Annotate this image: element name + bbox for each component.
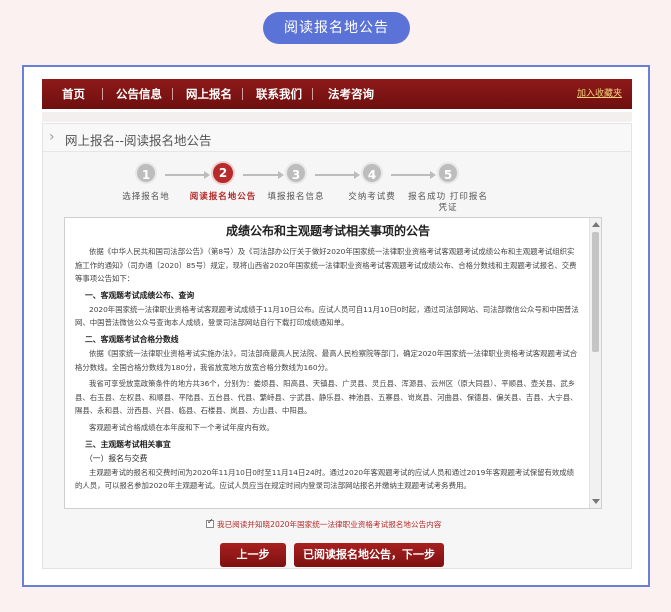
screenshot-frame: 首页 公告信息 网上报名 联系我们 法考咨询 加入收藏夹 › 网上报名--阅读报… [22,65,650,587]
step-5-circle: 5 [437,162,459,184]
vertical-scrollbar[interactable] [589,218,601,508]
announcement-heading: 三、主观题考试相关事宜 [85,439,171,449]
page-title-pill: 阅读报名地公告 [263,12,410,44]
scroll-down-arrow-icon[interactable] [592,499,600,504]
scroll-up-arrow-icon[interactable] [592,222,600,227]
breadcrumb-text: 网上报名--阅读报名地公告 [65,133,212,148]
top-nav: 首页 公告信息 网上报名 联系我们 法考咨询 加入收藏夹 [42,79,632,109]
announcement-paragraph: 2020年国家统一法律职业资格考试客观题考试成绩于11月10日公布。应试人员可自… [75,304,579,328]
nav-divider [172,88,173,100]
announcement-subheading: （一）报名与交费 [85,453,148,463]
prev-step-button[interactable]: 上一步 [220,543,286,567]
chevron-right-icon: › [49,129,55,145]
nav-home[interactable]: 首页 [62,79,85,109]
announcement-paragraph: 依据《国家统一法律职业资格考试实施办法》，司法部商最高人民法院、最高人民检察院等… [75,348,578,372]
agree-checkbox-row[interactable]: 我已阅读并知晓2020年国家统一法律职业资格考试报名地公告内容 [206,517,442,530]
announcement-scroll-box[interactable]: 成绩公布和主观题考试相关事项的公告 依据《中华人民共和国司法部公告》（第8号）及… [64,217,602,509]
announcement-heading: 二、客观题考试合格分数线 [85,334,179,344]
nav-subbar [42,112,632,122]
step-4-circle: 4 [361,162,383,184]
nav-contact-us[interactable]: 联系我们 [256,79,302,109]
agree-text: 我已阅读并知晓2020年国家统一法律职业资格考试报名地公告内容 [217,520,442,529]
step-1-label: 选择报名地 [122,192,170,202]
next-step-button[interactable]: 已阅读报名地公告，下一步 [294,543,444,567]
announcement-title: 成绩公布和主观题考试相关事项的公告 [225,224,430,238]
announcement-content: 成绩公布和主观题考试相关事项的公告 依据《中华人民共和国司法部公告》（第8号）及… [75,222,581,496]
breadcrumb: › 网上报名--阅读报名地公告 [43,124,631,152]
step-3-circle: 3 [285,162,307,184]
step-2-label: 阅读报名地公告 [189,192,257,202]
nav-online-registration[interactable]: 网上报名 [186,79,232,109]
announcement-heading: 一、客观题考试成绩公布、查询 [85,290,195,300]
nav-divider [312,88,313,100]
step-3-label: 填报报名信息 [267,192,325,202]
step-1-circle: 1 [135,162,157,184]
step-arrow-icon [165,171,210,179]
agree-checkbox[interactable] [206,517,214,528]
nav-announcements[interactable]: 公告信息 [116,79,162,109]
step-4-label: 交纳考试费 [348,192,396,202]
step-arrow-icon [391,171,436,179]
scroll-thumb[interactable] [592,232,599,352]
nav-divider [242,88,243,100]
step-arrow-icon [315,171,360,179]
step-5-label: 报名成功 打印报名凭证 [408,192,488,213]
announcement-paragraph: 我省可享受放宽政策条件的地方共36个，分别为：娄烦县、阳高县、天镇县、广灵县、灵… [75,379,578,416]
nav-divider [102,88,103,100]
announcement-paragraph: 主观题考试的报名和交费时间为2020年11月10日0时至11月14日24时。通过… [75,467,575,491]
announcement-paragraph: 依据《中华人民共和国司法部公告》（第8号）及《司法部办公厅关于做好2020年国家… [75,247,577,284]
step-2-circle: 2 [211,161,235,185]
announcement-paragraph: 客观题考试合格成绩在本年度和下一个考试年度内有效。 [89,422,274,432]
step-arrow-icon [243,171,284,179]
add-to-favorites-link[interactable]: 加入收藏夹 [577,79,622,109]
nav-exam-consult[interactable]: 法考咨询 [328,79,374,109]
